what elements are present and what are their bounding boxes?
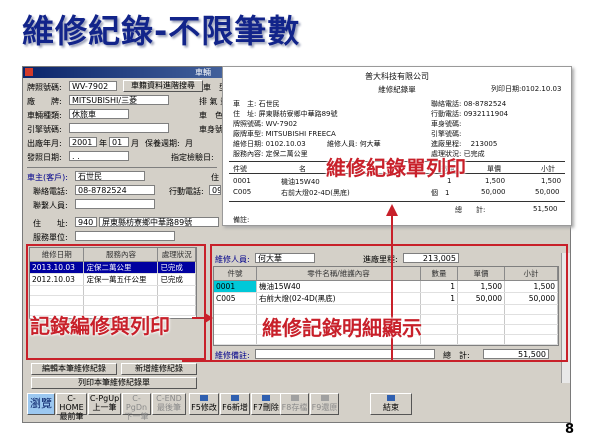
- page-number: 8: [564, 422, 574, 437]
- print-sheet-callout: 維修紀錄單列印: [326, 156, 466, 180]
- edit-print-callout: 記錄編修與列印: [30, 314, 170, 338]
- arrows: [182, 204, 398, 362]
- arrow-history-to-detail: [192, 313, 213, 323]
- detail-display-callout: 維修記錄明細顯示: [262, 316, 422, 340]
